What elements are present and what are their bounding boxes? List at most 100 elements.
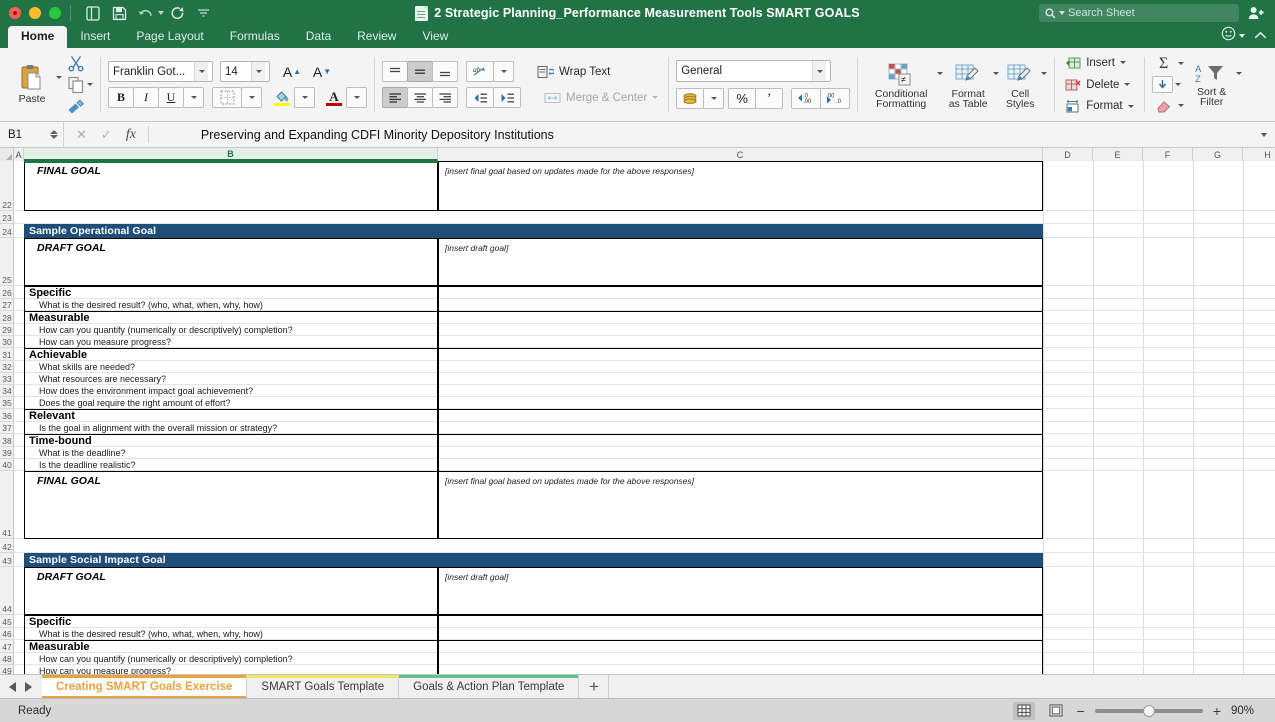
- response-entry-cell[interactable]: [438, 311, 1043, 324]
- column-header-b[interactable]: B: [24, 148, 438, 161]
- search-input[interactable]: Search Sheet: [1039, 4, 1239, 22]
- row-header-49[interactable]: 49: [0, 665, 14, 674]
- row-header-26[interactable]: 26: [0, 286, 14, 299]
- sheet-area[interactable]: FINAL GOAL[insert final goal based on up…: [14, 161, 1275, 674]
- chevron-down-icon[interactable]: [251, 62, 265, 81]
- smart-criterion-question[interactable]: Does the goal require the right amount o…: [24, 397, 438, 409]
- format-caret-icon[interactable]: [1128, 105, 1134, 108]
- sort-filter-caret-icon[interactable]: [1236, 72, 1242, 75]
- goal-entry-cell[interactable]: [insert draft goal]: [438, 567, 1043, 615]
- goal-label-cell[interactable]: FINAL GOAL: [24, 471, 438, 539]
- row-header-31[interactable]: 31: [0, 348, 14, 361]
- row-header-42[interactable]: 42: [0, 539, 14, 553]
- zoom-in-button[interactable]: +: [1213, 706, 1221, 716]
- delete-caret-icon[interactable]: [1124, 83, 1130, 86]
- clear-button[interactable]: [1152, 96, 1184, 116]
- column-header-c[interactable]: C: [438, 148, 1043, 161]
- row-header-22[interactable]: 22: [0, 161, 14, 211]
- column-header-f[interactable]: F: [1143, 148, 1193, 161]
- tab-view[interactable]: View: [409, 26, 461, 48]
- section-banner[interactable]: Sample Operational Goal: [24, 224, 1043, 238]
- row-header-32[interactable]: 32: [0, 361, 14, 373]
- name-box[interactable]: B1: [0, 122, 64, 147]
- feedback-caret-icon[interactable]: [1239, 34, 1245, 38]
- row-header-44[interactable]: 44: [0, 567, 14, 615]
- row-header-24[interactable]: 24: [0, 224, 14, 238]
- percent-style-button[interactable]: %: [728, 88, 756, 109]
- smart-criterion-question[interactable]: What skills are needed?: [24, 361, 438, 373]
- response-entry-cell[interactable]: [438, 373, 1043, 385]
- smiley-feedback-icon[interactable]: [1221, 26, 1236, 46]
- response-entry-cell[interactable]: [438, 640, 1043, 653]
- response-entry-cell[interactable]: [438, 665, 1043, 674]
- smart-criterion-heading[interactable]: Relevant: [24, 409, 438, 422]
- row-header-27[interactable]: 27: [0, 299, 14, 311]
- row-header-43[interactable]: 43: [0, 553, 14, 567]
- row-header-38[interactable]: 38: [0, 434, 14, 447]
- paste-dropdown-caret[interactable]: [56, 76, 62, 79]
- fill-color-dropdown-button[interactable]: [294, 87, 315, 108]
- increase-indent-button[interactable]: [493, 87, 521, 108]
- align-left-button[interactable]: [382, 87, 408, 108]
- previous-sheet-icon[interactable]: [9, 682, 16, 692]
- row-header-48[interactable]: 48: [0, 653, 14, 665]
- borders-button[interactable]: [212, 87, 242, 108]
- paste-button[interactable]: Paste: [9, 64, 55, 105]
- collapse-ribbon-icon[interactable]: [1254, 27, 1267, 45]
- row-header-25[interactable]: 25: [0, 238, 14, 286]
- align-right-button[interactable]: [432, 87, 458, 108]
- smart-criterion-heading[interactable]: Measurable: [24, 311, 438, 324]
- response-entry-cell[interactable]: [438, 615, 1043, 628]
- row-header-33[interactable]: 33: [0, 373, 14, 385]
- response-entry-cell[interactable]: [438, 653, 1043, 665]
- row-header-28[interactable]: 28: [0, 311, 14, 324]
- response-entry-cell[interactable]: [438, 361, 1043, 373]
- borders-dropdown-button[interactable]: [241, 87, 262, 108]
- copy-dropdown-caret[interactable]: [87, 83, 93, 86]
- save-icon[interactable]: [108, 3, 130, 23]
- smart-criterion-question[interactable]: How can you quantify (numerically or des…: [24, 324, 438, 336]
- conditional-formatting-button[interactable]: ≠ Conditional Formatting: [865, 59, 937, 111]
- align-middle-button[interactable]: [407, 61, 433, 82]
- smart-criterion-heading[interactable]: Measurable: [24, 640, 438, 653]
- row-header-36[interactable]: 36: [0, 409, 14, 422]
- formula-input[interactable]: Preserving and Expanding CDFI Minority D…: [149, 128, 554, 142]
- smart-criterion-heading[interactable]: Specific: [24, 286, 438, 299]
- search-scope-caret[interactable]: [1059, 11, 1065, 15]
- accounting-dropdown-button[interactable]: [703, 88, 724, 109]
- person-add-icon[interactable]: [1248, 6, 1265, 20]
- undo-icon[interactable]: [134, 3, 156, 23]
- align-bottom-button[interactable]: [432, 61, 458, 82]
- sidebar-toggle-icon[interactable]: [82, 3, 104, 23]
- smart-criterion-heading[interactable]: Specific: [24, 615, 438, 628]
- row-header-37[interactable]: 37: [0, 422, 14, 434]
- smart-criterion-heading[interactable]: Achievable: [24, 348, 438, 361]
- row-header-46[interactable]: 46: [0, 628, 14, 640]
- orientation-dropdown-button[interactable]: [493, 61, 514, 82]
- close-window-button[interactable]: [9, 7, 21, 19]
- sheet-tab-2[interactable]: SMART Goals Template: [247, 675, 399, 698]
- zoom-slider[interactable]: [1095, 709, 1203, 713]
- wrap-text-button[interactable]: Wrap Text: [534, 61, 613, 83]
- column-header-a[interactable]: A: [14, 148, 24, 161]
- format-as-table-button[interactable]: Format as Table: [943, 59, 993, 111]
- chevron-down-icon[interactable]: [194, 62, 208, 81]
- cancel-icon[interactable]: ✕: [76, 127, 87, 143]
- underline-dropdown-button[interactable]: [183, 87, 204, 108]
- copy-button[interactable]: [67, 75, 93, 95]
- maximize-window-button[interactable]: [49, 7, 61, 19]
- underline-button[interactable]: U: [158, 87, 184, 108]
- row-header-47[interactable]: 47: [0, 640, 14, 653]
- customize-toolbar-icon[interactable]: [192, 3, 214, 23]
- smart-criterion-question[interactable]: Is the deadline realistic?: [24, 459, 438, 471]
- italic-button[interactable]: I: [133, 87, 159, 108]
- minimize-window-button[interactable]: [29, 7, 41, 19]
- select-all-button[interactable]: [0, 148, 14, 161]
- column-header-e[interactable]: E: [1093, 148, 1143, 161]
- row-header-45[interactable]: 45: [0, 615, 14, 628]
- accounting-format-button[interactable]: [676, 88, 704, 109]
- column-header-h[interactable]: H: [1243, 148, 1275, 161]
- name-box-spinner[interactable]: [50, 130, 58, 139]
- response-entry-cell[interactable]: [438, 286, 1043, 299]
- sheet-tab-1[interactable]: Creating SMART Goals Exercise: [42, 675, 247, 698]
